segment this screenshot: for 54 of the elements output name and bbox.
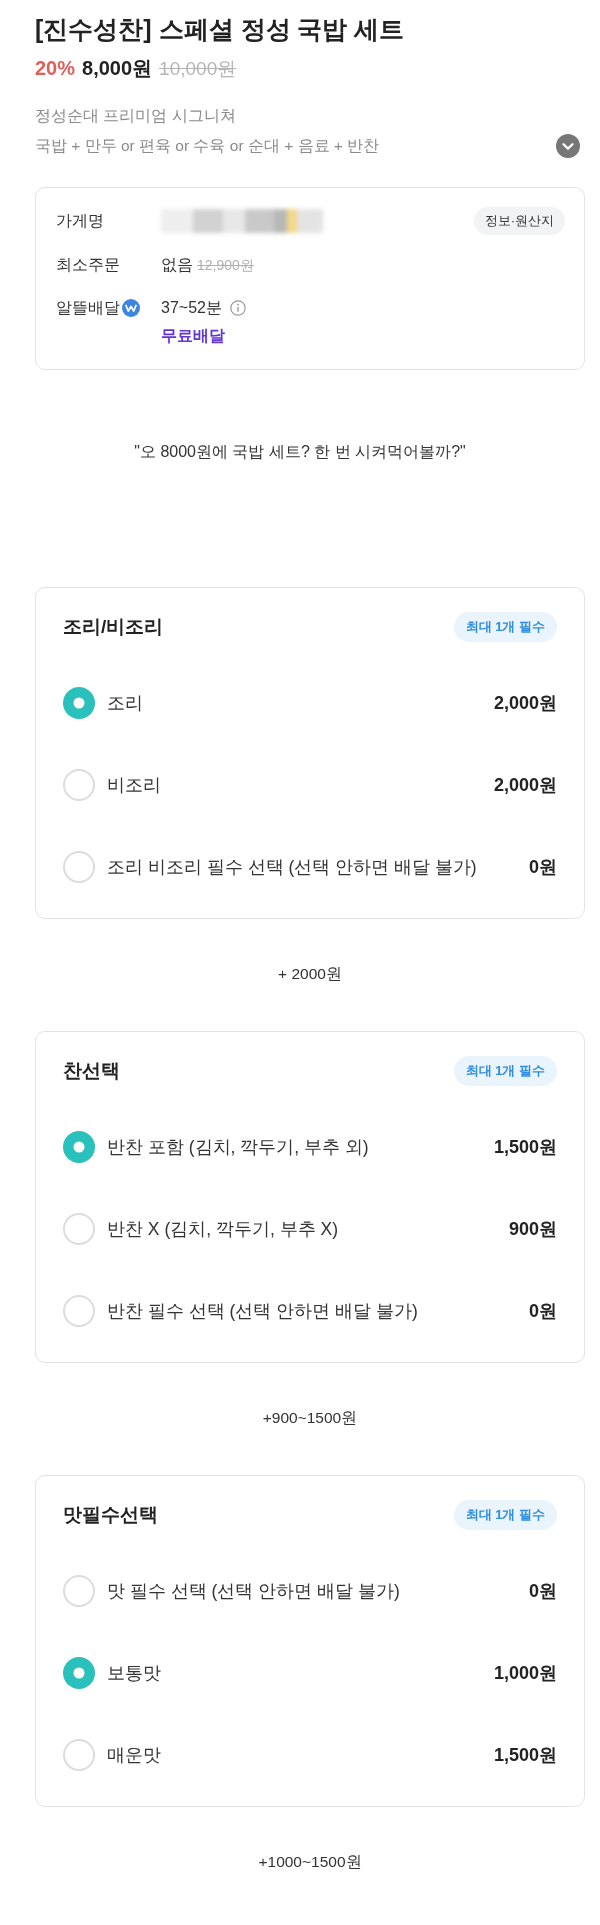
option-label: 보통맛 [107,1662,162,1685]
discount-rate: 20% [35,56,76,81]
chevron-icon[interactable] [556,134,580,158]
option-price: 1,500원 [493,1136,557,1159]
radio-button[interactable] [63,1575,95,1607]
price-range-caption: +1000~1500원 [257,1852,363,1872]
radio-button[interactable] [63,1131,95,1163]
radio-button[interactable] [63,1295,95,1327]
store-name-label: 가게명 [56,211,104,231]
required-badge: 최대 1개 필수 [453,1500,557,1530]
option-label: 매운맛 [107,1744,162,1767]
option-label: 반찬 X (김치, 깍두기, 부추 X) [107,1218,340,1241]
option-label: 조리 [107,692,144,715]
radio-button[interactable] [63,851,95,883]
free-delivery-text: 무료배달 [161,326,225,346]
delivery-time: 37~52분 [161,298,222,318]
price-range-caption: +900~1500원 [261,1408,359,1428]
option-price: 2,000원 [493,774,557,797]
min-order-original: 12,900원 [197,256,254,275]
sale-price: 8,000원 [82,56,153,81]
option-price: 1,500원 [493,1744,557,1767]
min-order-label: 최소주문 [56,255,120,275]
delivery-label: 알뜰배달 [56,298,120,318]
delivery-badge-icon [122,299,140,317]
product-subtitle: 정성순대 프리미엄 시그니쳐 [35,106,237,126]
required-badge: 최대 1개 필수 [453,612,557,642]
option-price: 1,000원 [493,1662,557,1685]
option-price: 0원 [529,1580,557,1603]
product-title: [진수성찬] 스페셜 정성 국밥 세트 [35,14,406,45]
option-price: 0원 [529,1300,557,1323]
radio-button[interactable] [63,1657,95,1689]
option-price: 900원 [508,1218,557,1241]
option-label: 조리 비조리 필수 선택 (선택 안하면 배달 불가) [107,856,478,879]
price-range-caption: + 2000원 [277,964,343,984]
option-label: 비조리 [107,774,162,797]
info-icon[interactable] [229,300,246,316]
info-origin-button[interactable]: 정보·원산지 [473,207,565,235]
option-group-title: 맛필수선택 [63,1503,158,1527]
quote-caption: "오 8000원에 국밥 세트? 한 번 시켜먹어볼까?" [133,442,467,462]
radio-button[interactable] [63,769,95,801]
option-label: 반찬 포함 (김치, 깍두기, 부추 외) [107,1136,370,1159]
product-description: 국밥 + 만두 or 편육 or 수육 or 순대 + 음료 + 반찬 [35,136,380,156]
min-order-value: 없음 [161,255,193,275]
option-label: 맛 필수 선택 (선택 안하면 배달 불가) [107,1580,401,1603]
required-badge: 최대 1개 필수 [453,1056,557,1086]
radio-button[interactable] [63,1739,95,1771]
radio-button[interactable] [63,687,95,719]
option-group-title: 찬선택 [63,1059,120,1083]
radio-button[interactable] [63,1213,95,1245]
option-group-title: 조리/비조리 [63,615,164,639]
option-price: 2,000원 [493,692,557,715]
option-price: 0원 [529,856,557,879]
original-price: 10,000원 [159,57,237,81]
option-label: 반찬 필수 선택 (선택 안하면 배달 불가) [107,1300,419,1323]
